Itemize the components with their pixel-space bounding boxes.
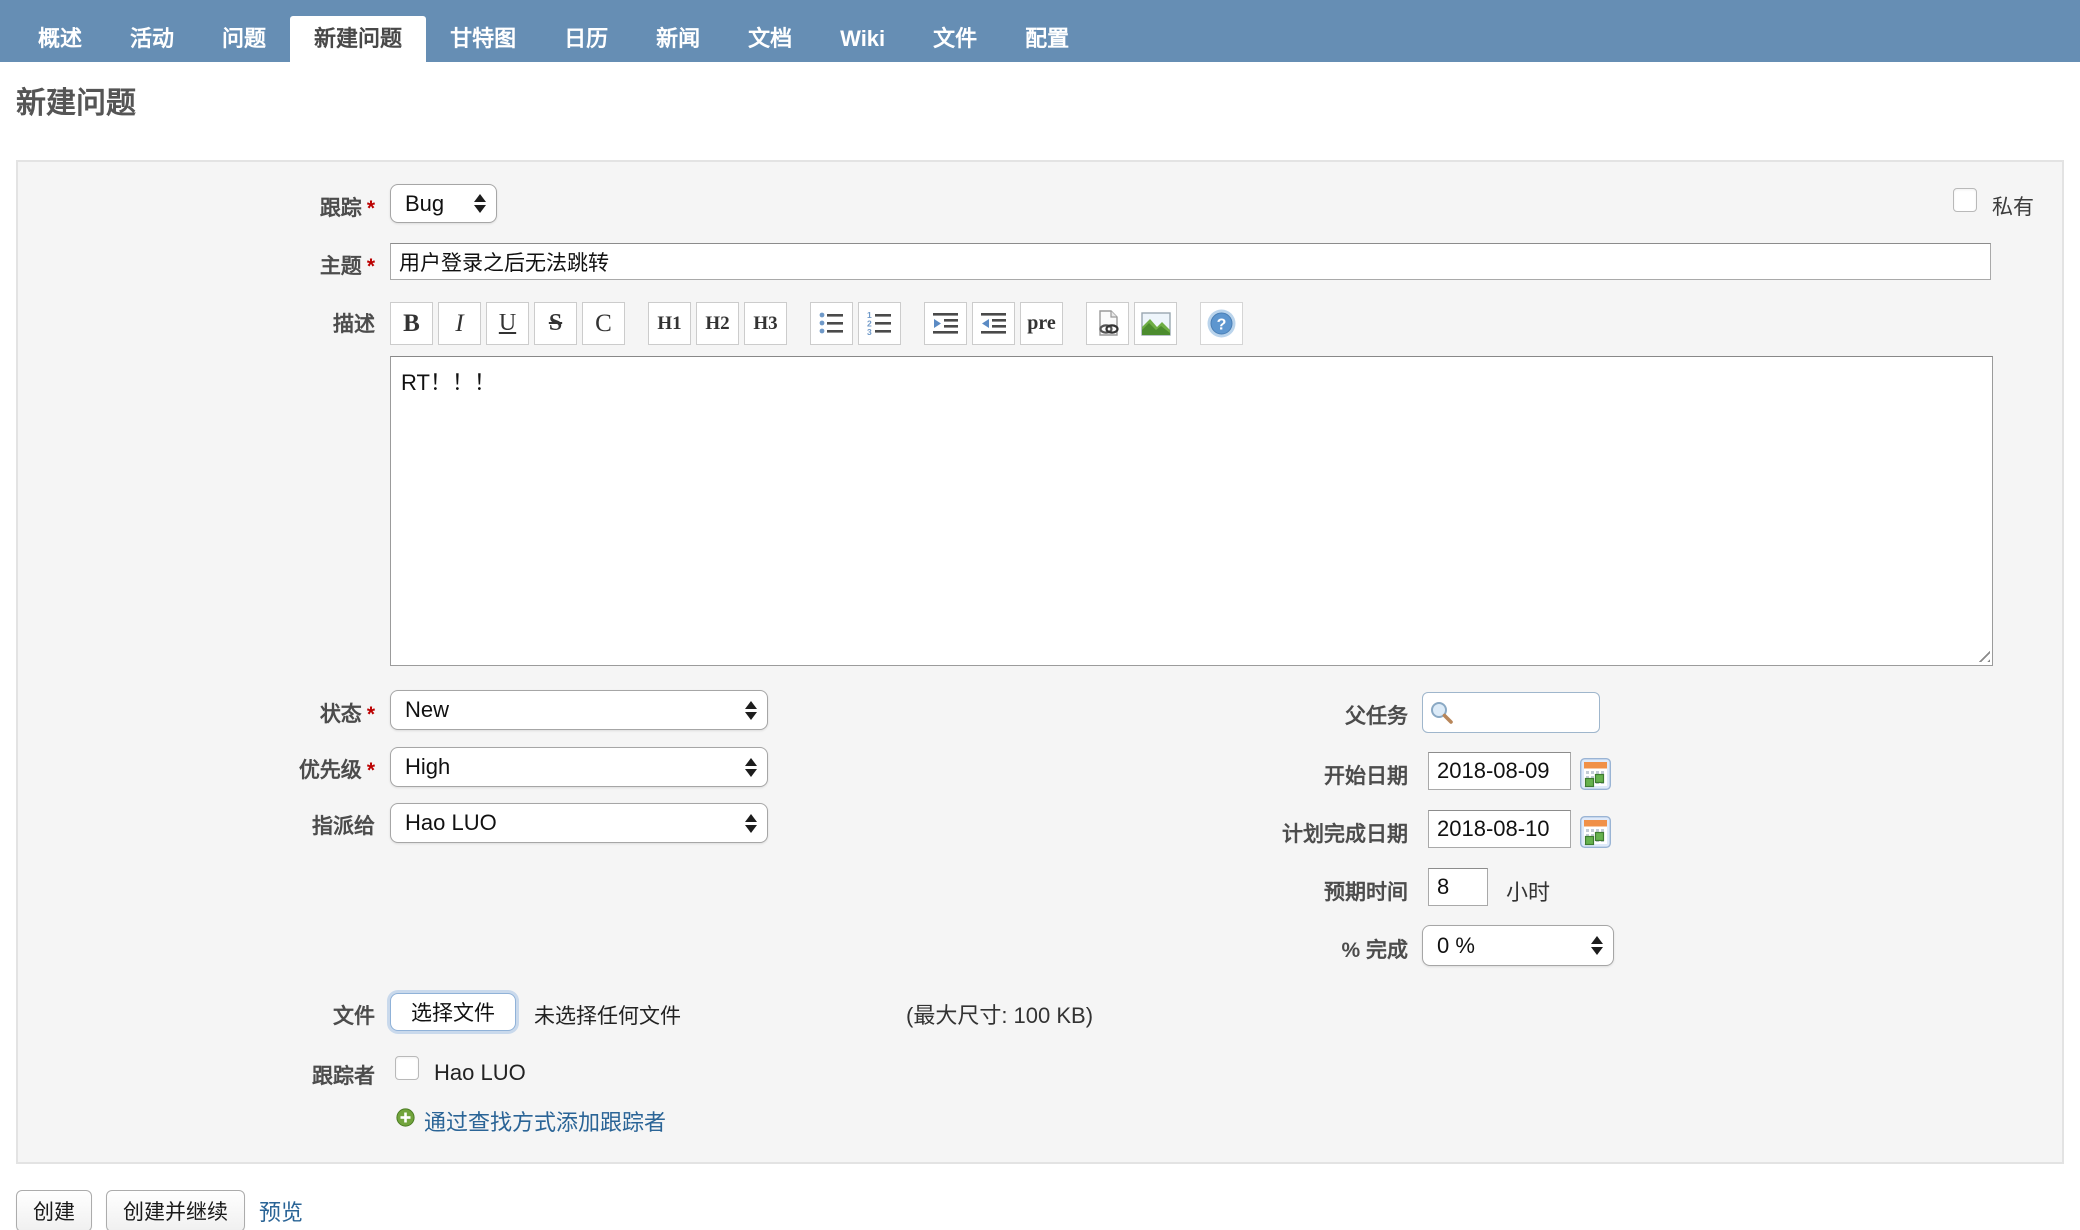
- description-label: 描述: [333, 313, 375, 336]
- new-issue-page: 概述 活动 问题 新建问题 甘特图 日历 新闻 文档 Wiki 文件 配置 新建…: [0, 0, 2080, 1230]
- due-date-label: 计划完成日期: [1282, 823, 1408, 846]
- image-icon: [1140, 311, 1171, 336]
- unordered-list-icon: [819, 312, 843, 334]
- parent-task-label: 父任务: [1345, 705, 1408, 728]
- strikethrough-button[interactable]: S: [534, 302, 577, 345]
- start-date-label: 开始日期: [1324, 765, 1408, 788]
- assignee-label: 指派给: [312, 815, 375, 838]
- ordered-list-button[interactable]: 1 2 3: [858, 302, 901, 345]
- estimated-time-unit: 小时: [1506, 880, 1551, 905]
- tab-wiki[interactable]: Wiki: [816, 16, 909, 62]
- max-size-hint: (最大尺寸: 100 KB): [906, 1003, 1094, 1028]
- description-field-wrap: RT！！！: [390, 356, 1993, 666]
- select-arrows-icon: [745, 700, 757, 720]
- indent-icon: [933, 313, 958, 334]
- plus-icon: [396, 1108, 415, 1127]
- tracker-select[interactable]: Bug: [390, 184, 497, 223]
- heading2-button[interactable]: H2: [696, 302, 739, 345]
- tab-overview[interactable]: 概述: [14, 16, 106, 62]
- italic-button[interactable]: I: [438, 302, 481, 345]
- tab-activity[interactable]: 活动: [106, 16, 198, 62]
- heading1-button[interactable]: H1: [648, 302, 691, 345]
- tab-news[interactable]: 新闻: [632, 16, 724, 62]
- indent-button[interactable]: [924, 302, 967, 345]
- tracker-label: 跟踪 *: [319, 197, 375, 220]
- preview-link[interactable]: 预览: [259, 1195, 303, 1227]
- code-button[interactable]: C: [582, 302, 625, 345]
- svg-text:3: 3: [867, 327, 872, 337]
- form-actions: 创建 创建并继续 预览: [16, 1190, 303, 1230]
- new-issue-form: 跟踪* Bug 私有 主题* 描述 B I U S C H1 H2 H3: [16, 160, 2064, 1164]
- select-arrows-icon: [745, 813, 757, 833]
- due-date-calendar-icon[interactable]: [1579, 815, 1612, 849]
- subject-input[interactable]: [390, 243, 1991, 280]
- priority-label: 优先级 *: [298, 759, 375, 782]
- choose-file-button[interactable]: 选择文件: [390, 993, 516, 1031]
- heading3-button[interactable]: H3: [744, 302, 787, 345]
- page-title: 新建问题: [16, 87, 136, 120]
- estimated-time-input[interactable]: [1428, 868, 1488, 906]
- files-label: 文件: [333, 1005, 375, 1028]
- done-ratio-label: % 完成: [1341, 939, 1408, 962]
- outdent-icon: [981, 313, 1006, 334]
- link-icon: [1098, 309, 1119, 336]
- create-and-continue-button[interactable]: 创建并继续: [106, 1190, 245, 1230]
- create-button[interactable]: 创建: [16, 1190, 92, 1230]
- start-date-calendar-icon[interactable]: [1579, 757, 1612, 791]
- underline-button[interactable]: U: [486, 302, 529, 345]
- bold-button[interactable]: B: [390, 302, 433, 345]
- priority-select[interactable]: High: [390, 747, 768, 787]
- tab-calendar[interactable]: 日历: [540, 16, 632, 62]
- search-icon: [1431, 701, 1453, 724]
- ordered-list-icon: 1 2 3: [867, 310, 891, 337]
- watcher-checkbox[interactable]: [395, 1056, 419, 1080]
- unordered-list-button[interactable]: [810, 302, 853, 345]
- estimated-time-label: 预期时间: [1324, 881, 1408, 904]
- parent-task-search-input[interactable]: [1422, 692, 1600, 733]
- done-ratio-select[interactable]: 0 %: [1422, 925, 1614, 966]
- add-watcher-link[interactable]: 通过查找方式添加跟踪者: [424, 1105, 666, 1137]
- help-button[interactable]: ?: [1200, 302, 1243, 345]
- start-date-input[interactable]: [1428, 752, 1571, 790]
- select-arrows-icon: [1591, 936, 1603, 955]
- tab-settings[interactable]: 配置: [1001, 16, 1093, 62]
- svg-text:?: ?: [1217, 317, 1227, 334]
- watcher-name: Hao LUO: [434, 1060, 526, 1085]
- add-watcher-icon[interactable]: [396, 1108, 415, 1132]
- due-date-input[interactable]: [1428, 810, 1571, 848]
- assignee-select[interactable]: Hao LUO: [390, 803, 768, 843]
- main-menu: 概述 活动 问题 新建问题 甘特图 日历 新闻 文档 Wiki 文件 配置: [0, 0, 2080, 62]
- tab-documents[interactable]: 文档: [724, 16, 816, 62]
- subject-label: 主题 *: [319, 255, 375, 278]
- link-button[interactable]: [1086, 302, 1129, 345]
- tab-new-issue[interactable]: 新建问题: [290, 16, 427, 62]
- image-button[interactable]: [1134, 302, 1177, 345]
- watchers-label: 跟踪者: [312, 1065, 375, 1088]
- preformatted-button[interactable]: pre: [1020, 302, 1063, 345]
- tab-issues[interactable]: 问题: [198, 16, 290, 62]
- description-textarea[interactable]: RT！！！: [390, 356, 1993, 666]
- tab-gantt[interactable]: 甘特图: [426, 16, 540, 62]
- tab-files[interactable]: 文件: [909, 16, 1001, 62]
- select-arrows-icon: [474, 194, 486, 213]
- wiki-toolbar: B I U S C H1 H2 H3 1 2 3 pre ?: [390, 302, 1248, 345]
- private-label: 私有: [1992, 196, 2034, 219]
- status-select[interactable]: New: [390, 690, 768, 730]
- status-label: 状态 *: [319, 703, 375, 726]
- no-file-chosen-text: 未选择任何文件: [534, 1005, 681, 1028]
- outdent-button[interactable]: [972, 302, 1015, 345]
- help-icon: ?: [1207, 309, 1236, 338]
- select-arrows-icon: [745, 757, 757, 777]
- private-checkbox[interactable]: [1953, 188, 1977, 212]
